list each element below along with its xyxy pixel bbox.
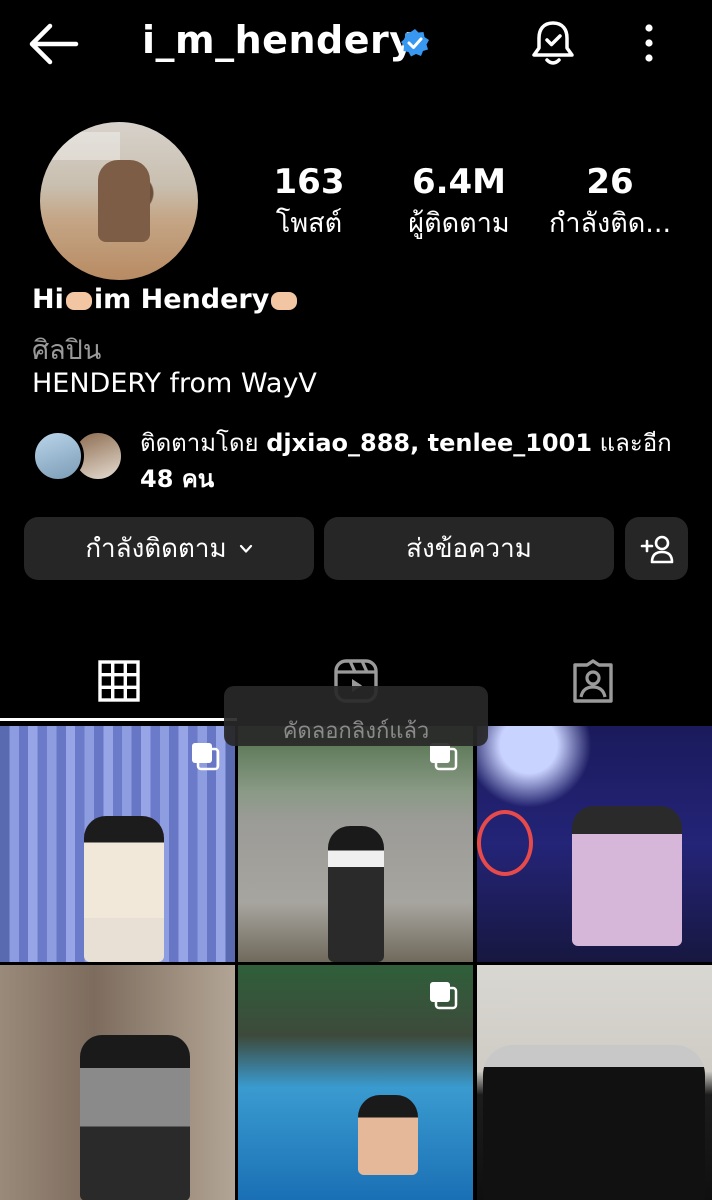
- arrow-left-icon: [29, 23, 79, 65]
- top-bar: i_m_hendery: [0, 0, 712, 90]
- bio-name-part1: Hi: [32, 284, 64, 315]
- notifications-button[interactable]: [530, 18, 576, 68]
- post-thumbnail[interactable]: [238, 965, 473, 1200]
- chevron-down-icon: [239, 544, 252, 553]
- stat-followers[interactable]: 6.4M ผู้ติดตาม: [384, 160, 534, 244]
- mutual-prefix: ติดตามโดย: [140, 429, 259, 457]
- more-vertical-icon: [645, 24, 653, 62]
- mutual-followers-text[interactable]: ติดตามโดย djxiao_888, tenlee_1001 และอีก…: [140, 425, 680, 497]
- tagged-icon: [572, 659, 613, 703]
- stat-following-label: กำลังติด...: [548, 208, 672, 239]
- post-thumbnail[interactable]: [0, 726, 235, 962]
- avatar-background: [50, 132, 120, 160]
- post-thumbnail[interactable]: [0, 965, 235, 1200]
- pointing-hand-icon: [65, 291, 92, 310]
- message-label: ส่งข้อความ: [406, 534, 532, 564]
- multiple-photos-icon: [430, 982, 458, 1010]
- mutual-avatar[interactable]: [32, 430, 84, 482]
- stat-posts-label: โพสต์: [275, 208, 343, 239]
- profile-username: i_m_hendery: [142, 18, 415, 62]
- grid-icon: [97, 660, 140, 702]
- post-thumbnail[interactable]: [238, 726, 473, 962]
- stat-followers-value: 6.4M: [411, 162, 507, 202]
- stat-following-value: 26: [586, 162, 634, 202]
- verified-badge-icon: [401, 29, 429, 57]
- pointing-hand-icon: [271, 291, 298, 310]
- following-button[interactable]: กำลังติดตาม: [24, 517, 314, 580]
- post-photo: [358, 1095, 418, 1175]
- stat-posts[interactable]: 163 โพสต์: [234, 160, 384, 244]
- tab-grid[interactable]: [0, 640, 237, 722]
- message-button[interactable]: ส่งข้อความ: [324, 517, 614, 580]
- stat-posts-value: 163: [273, 162, 345, 202]
- post-photo: [80, 1035, 190, 1200]
- tab-tagged[interactable]: [474, 640, 711, 722]
- stat-following[interactable]: 26 กำลังติด...: [535, 160, 685, 244]
- stat-followers-label: ผู้ติดตาม: [408, 208, 510, 239]
- following-label: กำลังติดตาม: [85, 534, 227, 564]
- bell-icon: [532, 21, 574, 65]
- mutual-suffix: และอีก: [599, 429, 672, 457]
- bio-text: HENDERY from WayV: [32, 368, 317, 399]
- post-photo: [328, 826, 384, 962]
- copied-link-toast: คัดลอกลิงก์แล้ว: [224, 686, 488, 746]
- post-thumbnail[interactable]: [477, 965, 712, 1200]
- selected-tab-indicator: [0, 718, 237, 721]
- profile-avatar[interactable]: [40, 122, 198, 280]
- bio-name: Hi im Hendery: [32, 284, 299, 315]
- bio-category: ศิลปิน: [32, 335, 102, 366]
- post-photo: [572, 806, 682, 946]
- multiple-photos-icon: [192, 743, 220, 771]
- back-button[interactable]: [28, 22, 80, 66]
- post-photo: [84, 816, 164, 962]
- post-photo-object: [477, 810, 533, 876]
- post-thumbnail[interactable]: [477, 726, 712, 962]
- more-options-button[interactable]: [634, 20, 664, 66]
- post-photo: [483, 1045, 705, 1200]
- add-person-button[interactable]: [625, 517, 688, 580]
- bio-name-part2: im Hendery: [93, 284, 270, 315]
- mutual-count: 48 คน: [140, 465, 215, 493]
- mutual-users: djxiao_888, tenlee_1001: [266, 429, 593, 457]
- add-person-icon: [640, 535, 673, 563]
- avatar-figure: [98, 160, 150, 242]
